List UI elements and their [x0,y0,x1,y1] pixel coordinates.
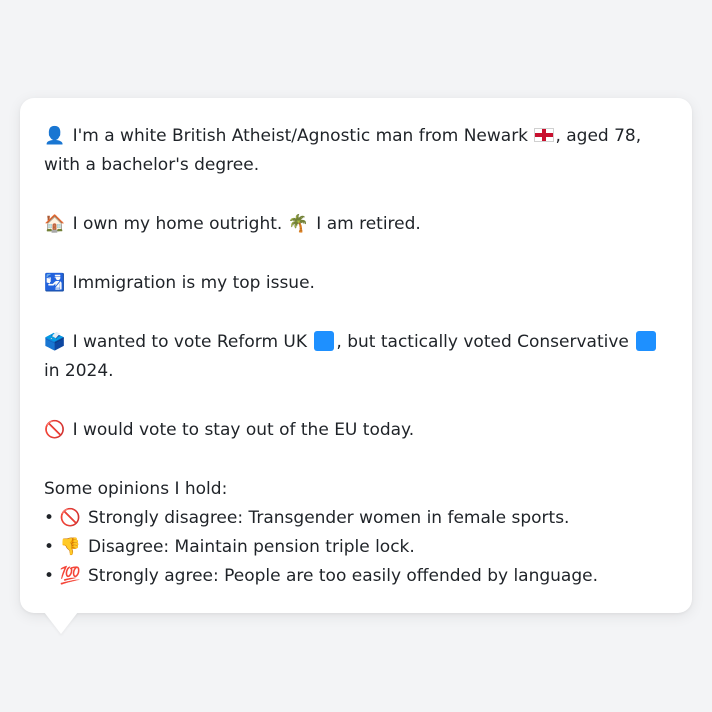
issue-text: Immigration is my top issue. [72,273,315,293]
vote-text-2: , but tactically voted Conservative [336,332,629,352]
opinion-item: • 👎 Disagree: Maintain pension triple lo… [44,533,668,562]
issue-paragraph: 🛂 Immigration is my top issue. [44,269,668,298]
ballot-box-icon: 🗳️ [44,332,66,352]
conservative-color-square-icon [636,331,657,351]
intro-paragraph: 👤 I'm a white British Atheist/Agnostic m… [44,122,668,180]
eu-text: I would vote to stay out of the EU today… [72,420,415,440]
vote-paragraph: 🗳️ I wanted to vote Reform UK , but tact… [44,328,668,386]
prohibited-icon: 🚫 [59,508,81,528]
retired-text: I am retired. [316,214,421,234]
palm-tree-icon: 🌴 [287,214,309,234]
england-flag-icon [534,128,555,142]
bullet: • [44,537,55,557]
person-icon: 👤 [44,126,66,146]
opinions-section: Some opinions I hold: • 🚫 Strongly disag… [44,475,668,591]
vote-text-3: in 2024. [44,361,114,381]
thumbs-down-icon: 👎 [59,537,81,557]
reform-color-square-icon [314,331,335,351]
passport-control-icon: 🛂 [44,273,66,293]
bullet: • [44,508,55,528]
opinion-text: Strongly disagree: Transgender women in … [88,508,570,528]
home-paragraph: 🏠 I own my home outright. 🌴 I am retired… [44,210,668,239]
opinions-heading: Some opinions I hold: [44,479,228,499]
speech-bubble-tail [44,612,78,634]
bullet: • [44,566,55,586]
opinion-item: • 💯 Strongly agree: People are too easil… [44,562,668,591]
opinion-item: • 🚫 Strongly disagree: Transgender women… [44,504,668,533]
house-icon: 🏠 [44,214,66,234]
hundred-points-icon: 💯 [59,566,81,586]
opinion-text: Disagree: Maintain pension triple lock. [88,537,415,557]
profile-card: 👤 I'm a white British Atheist/Agnostic m… [20,98,692,613]
eu-paragraph: 🚫 I would vote to stay out of the EU tod… [44,416,668,445]
prohibited-icon: 🚫 [44,420,66,440]
intro-text: I'm a white British Atheist/Agnostic man… [72,126,529,146]
opinion-text: Strongly agree: People are too easily of… [88,566,599,586]
home-text: I own my home outright. [72,214,283,234]
vote-text-1: I wanted to vote Reform UK [72,332,308,352]
